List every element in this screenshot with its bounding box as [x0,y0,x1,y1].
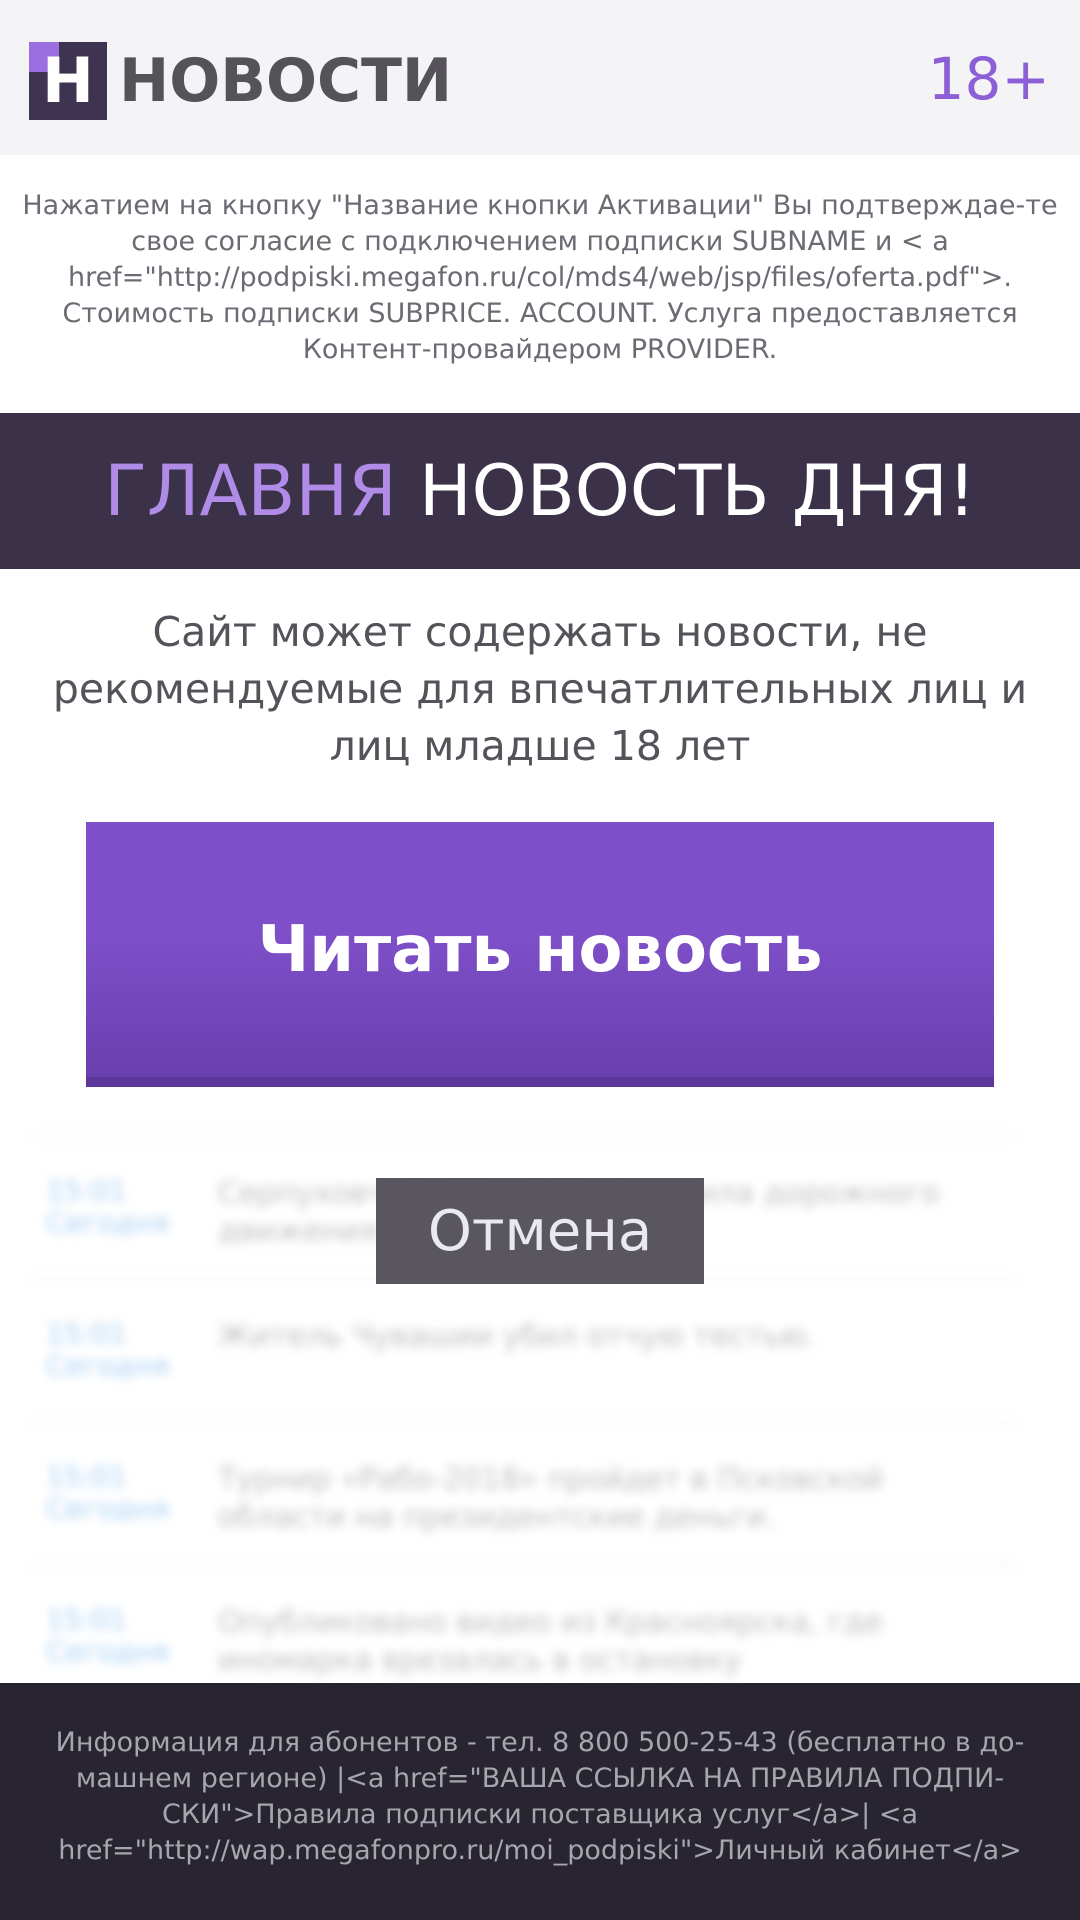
header-bar: Н НОВОСТИ 18+ [0,0,1080,155]
news-title: Житель Чувашии убил отчую тестью. [218,1319,816,1354]
logo-mark: Н [29,42,107,120]
headline-banner: ГЛАВНЯ НОВОСТЬ ДНЯ! [0,413,1080,569]
news-day: Сегодня [46,1492,170,1525]
news-time-value: 15:01 [46,1317,127,1350]
news-title: Турнир «Рабо-2018» пройдет в Псковской о… [218,1462,884,1535]
logo-letter: Н [42,44,94,117]
news-time-value: 15:01 [46,1603,127,1636]
news-day: Сегодня [46,1206,170,1239]
news-day: Сегодня [46,1635,170,1668]
headline-accent: ГЛАВНЯ [104,450,397,532]
footer-info-text: Информация для абонентов - тел. 8 800 50… [55,1727,1025,1866]
age-rating-badge: 18+ [927,45,1050,113]
list-item[interactable]: 15:01 Сегодня Житель Чувашии убил отчую … [28,1278,1018,1421]
news-time: 15:01 Сегодня [28,1175,218,1278]
content-warning: Сайт может содержать новости, не рекомен… [52,608,1028,770]
logo[interactable]: Н НОВОСТИ [29,42,452,120]
logo-text: НОВОСТИ [119,46,453,116]
headline-rest: НОВОСТЬ ДНЯ! [396,450,976,532]
news-time-value: 15:01 [46,1174,127,1207]
list-item[interactable]: 15:01 Сегодня Турнир «Рабо-2018» пройдет… [28,1421,1018,1564]
read-news-button[interactable]: Читать новость [86,822,994,1087]
news-time-value: 15:01 [46,1460,127,1493]
news-time: 15:01 Сегодня [28,1318,218,1421]
news-time: 15:01 Сегодня [28,1461,218,1564]
footer: Информация для абонентов - тел. 8 800 50… [0,1683,1080,1920]
subscription-disclaimer: Нажатием на кнопку "Название кнопки Акти… [22,190,1058,365]
news-day: Сегодня [46,1349,170,1382]
cancel-button[interactable]: Отмена [376,1178,704,1284]
